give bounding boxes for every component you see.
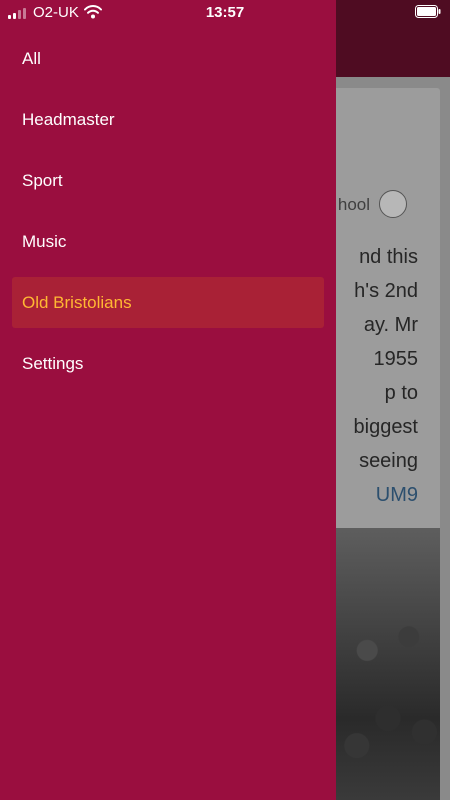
drawer-menu: All Headmaster Sport Music Old Bristolia…	[0, 29, 336, 395]
status-bar: O2-UK 13:57	[0, 0, 450, 26]
drawer-item-music[interactable]: Music	[0, 212, 336, 273]
drawer-item-headmaster[interactable]: Headmaster	[0, 90, 336, 151]
drawer-item-all[interactable]: All	[0, 29, 336, 90]
drawer-item-old-bristolians[interactable]: Old Bristolians	[0, 273, 336, 334]
screen: hool nd this h's 2nd ay. Mr 1955 p to bi…	[0, 0, 450, 800]
post-text-line: biggest	[353, 416, 419, 438]
drawer-item-label[interactable]: All	[12, 33, 324, 84]
drawer-item-label[interactable]: Music	[12, 216, 324, 267]
post-text-line: nd this	[359, 246, 418, 268]
battery-icon	[415, 5, 441, 18]
post-link[interactable]: UM9	[336, 478, 440, 512]
drawer-item-sport[interactable]: Sport	[0, 151, 336, 212]
post-text: nd this h's 2nd ay. Mr 1955 p to biggest…	[336, 240, 440, 512]
status-time: 13:57	[205, 4, 245, 21]
post-source-row: hool	[320, 190, 440, 220]
post-text-line: h's 2nd	[354, 280, 418, 302]
school-crest-icon	[379, 190, 407, 218]
post-photo[interactable]	[336, 528, 440, 800]
drawer-item-label[interactable]: Sport	[12, 155, 324, 206]
post-text-line: ay. Mr	[363, 314, 418, 336]
drawer-item-settings[interactable]: Settings	[0, 334, 336, 395]
post-text-line: 1955	[373, 348, 419, 370]
drawer-item-label[interactable]: Old Bristolians	[12, 277, 324, 328]
drawer-item-label[interactable]: Headmaster	[12, 94, 324, 145]
post-text-line: p to	[384, 382, 418, 404]
post-text-line: seeing	[359, 450, 418, 472]
drawer-item-label[interactable]: Settings	[12, 338, 324, 389]
navigation-drawer: All Headmaster Sport Music Old Bristolia…	[0, 0, 336, 800]
